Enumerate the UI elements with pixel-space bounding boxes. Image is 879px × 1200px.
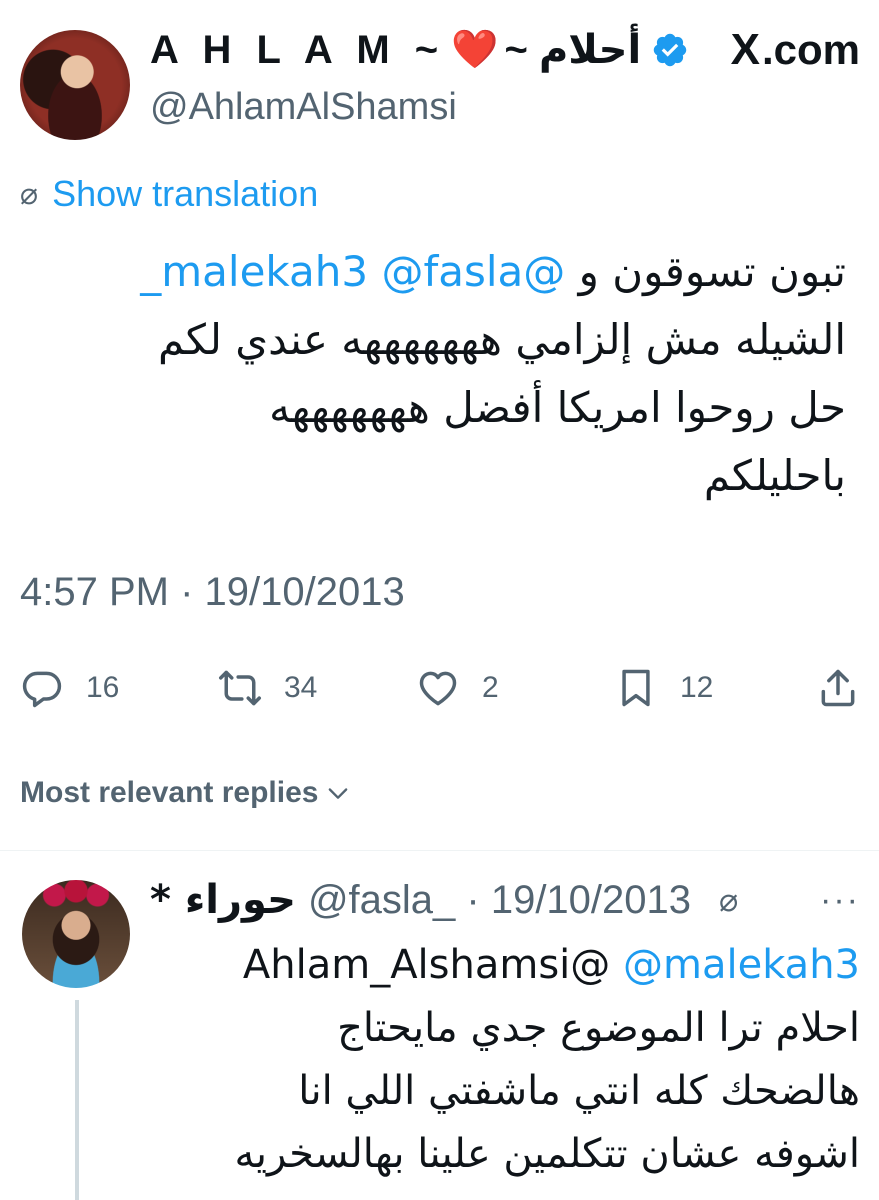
translate-slash-icon: ⌀ xyxy=(20,177,39,211)
repost-count: 34 xyxy=(284,671,318,704)
reply-line-1: Ahlam_Alshamsi@ @malekah3 xyxy=(150,934,860,997)
tweet-line-3: حل روحوا امريكا أفضل هههههههه xyxy=(269,383,846,432)
thread-line xyxy=(75,1000,79,1200)
tweet-line-1: تبون تسوقون و @malekah3 @fasla_ xyxy=(20,238,846,306)
like-button[interactable]: 2 xyxy=(416,660,499,716)
name-row: A H L A M ~ ❤️ ~ أحلام X .com xyxy=(150,24,860,76)
translate-slash-icon[interactable]: ⌀ xyxy=(719,881,738,919)
share-button[interactable] xyxy=(816,660,860,716)
brand-suffix: .com xyxy=(761,26,860,73)
tweet-header: A H L A M ~ ❤️ ~ أحلام X .com @AhlamAlSh… xyxy=(0,0,879,160)
bookmark-button[interactable]: 12 xyxy=(614,660,713,716)
x-logo-icon: X xyxy=(730,25,760,74)
reply-handle-date[interactable]: @fasla_ · 19/10/2013 xyxy=(308,878,691,923)
reply-line-1-text[interactable]: Ahlam_Alshamsi@ xyxy=(243,942,610,988)
heart-emoji: ❤️ xyxy=(451,29,499,71)
reply-display-name[interactable]: * حوراء xyxy=(150,877,296,923)
heart-icon xyxy=(419,671,457,706)
tweet-page: A H L A M ~ ❤️ ~ أحلام X .com @AhlamAlSh… xyxy=(0,0,879,1200)
reply-count: 16 xyxy=(86,671,120,704)
tweet-line-2: الشيله مش إلزامي هههههههه عندي لكم xyxy=(157,315,846,364)
divider xyxy=(0,850,879,851)
display-name-latin: A H L A M ~ xyxy=(150,27,446,72)
share-icon xyxy=(821,669,855,707)
reply-text: Ahlam_Alshamsi@ @malekah3 احلام ترا المو… xyxy=(150,934,860,1186)
reply-line-3: هالضحك كله انتي ماشفتي اللي انا xyxy=(298,1068,860,1114)
verified-badge-icon xyxy=(653,33,687,67)
mention-link[interactable]: @malekah3 xyxy=(623,942,860,988)
bookmark-icon xyxy=(622,669,650,707)
reply-line-4: اشوفه عشان تتكلمين علينا بهالسخريه xyxy=(234,1131,860,1177)
show-translation-link[interactable]: ⌀ Show translation xyxy=(20,170,318,218)
user-handle[interactable]: @AhlamAlShamsi xyxy=(150,86,457,129)
display-name-arabic: ~ أحلام xyxy=(504,28,642,72)
bookmark-count: 12 xyxy=(680,671,714,704)
like-count: 2 xyxy=(482,671,499,704)
repost-icon xyxy=(219,670,261,706)
replies-sort-dropdown[interactable]: Most relevant replies xyxy=(20,776,352,810)
tweet-timestamp[interactable]: 4:57 PM · 19/10/2013 xyxy=(20,570,405,615)
avatar[interactable] xyxy=(20,30,130,140)
action-bar: 16 34 2 12 xyxy=(20,660,860,716)
reply-avatar[interactable] xyxy=(22,880,130,988)
tweet-text: تبون تسوقون و @malekah3 @fasla_ الشيله م… xyxy=(20,238,846,510)
x-brand[interactable]: X .com xyxy=(731,25,860,75)
display-name[interactable]: A H L A M ~ ❤️ ~ أحلام xyxy=(150,27,641,73)
reply-header: * حوراء @fasla_ · 19/10/2013 ⌀ ··· xyxy=(150,872,860,928)
tweet-line-4: باحليلكم xyxy=(703,451,846,500)
show-translation-label: Show translation xyxy=(52,173,319,214)
chevron-down-icon xyxy=(329,788,348,799)
more-options-icon[interactable]: ··· xyxy=(820,881,860,920)
reply-button[interactable]: 16 xyxy=(20,660,119,716)
tweet-line-1-text: تبون تسوقون و xyxy=(578,247,846,296)
reply-icon xyxy=(22,671,62,708)
reply-line-2: احلام ترا الموضوع جدي مايحتاج xyxy=(337,1005,860,1051)
repost-button[interactable]: 34 xyxy=(218,660,317,716)
replies-sort-label: Most relevant replies xyxy=(20,776,319,809)
